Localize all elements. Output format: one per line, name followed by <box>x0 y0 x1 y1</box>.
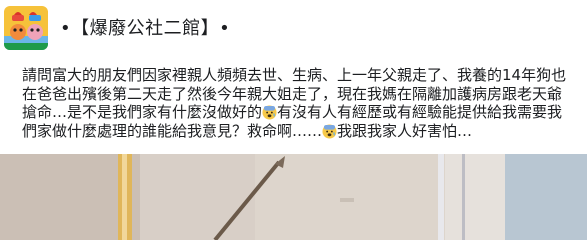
anxious-face-emoji-icon <box>322 123 337 139</box>
post-photo[interactable] <box>0 154 587 240</box>
group-name[interactable]: •【爆廢公社二館】• <box>60 14 230 40</box>
post-text-part3: 我跟我家人好害怕… <box>337 121 473 140</box>
post-body: 請問富大的朋友們因家裡親人頻頻去世、生病、上一年父親走了、我養的14年狗也在爸爸… <box>22 66 570 140</box>
room-interior-photo-icon <box>0 154 587 240</box>
cartoon-group-logo-icon <box>4 6 48 50</box>
post-header: •【爆廢公社二館】• <box>0 0 587 56</box>
group-avatar[interactable] <box>4 6 48 50</box>
anxious-face-emoji-icon <box>262 105 277 120</box>
